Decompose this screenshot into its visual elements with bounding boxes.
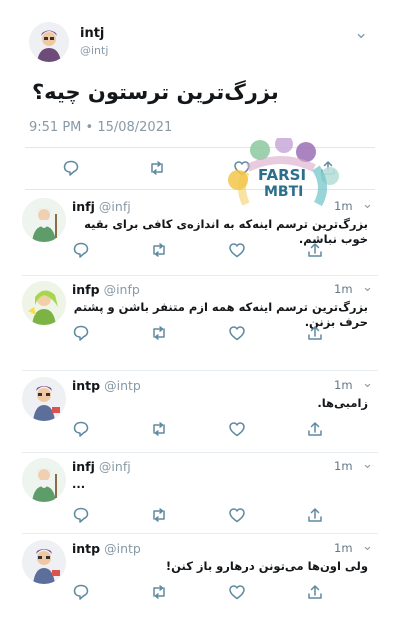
reply-time[interactable]: 1m xyxy=(334,541,353,555)
like-icon[interactable] xyxy=(228,420,246,438)
share-icon[interactable] xyxy=(306,583,324,601)
reply-handle[interactable]: @intp xyxy=(104,378,141,393)
reply-name[interactable]: infj xyxy=(72,459,95,474)
chevron-down-icon[interactable]: ⌄ xyxy=(362,539,373,554)
avatar[interactable] xyxy=(22,458,66,502)
reply-name[interactable]: infj xyxy=(72,199,95,214)
reply-time[interactable]: 1m xyxy=(334,378,353,392)
retweet-icon[interactable] xyxy=(148,159,166,177)
like-icon[interactable] xyxy=(228,241,246,259)
reply-name[interactable]: intp xyxy=(72,378,100,393)
tweet-timestamp[interactable]: 9:51 PM • 15/08/2021 xyxy=(29,120,172,135)
share-icon[interactable] xyxy=(306,420,324,438)
reply-text: زامبی‌ها. xyxy=(317,396,368,410)
reply-tweet[interactable]: infj @infj 1m ⌄... xyxy=(0,455,400,539)
reply-author-name[interactable]: infp @infp xyxy=(72,282,140,297)
author-name[interactable]: intj xyxy=(80,26,104,41)
avatar[interactable] xyxy=(22,540,66,584)
reply-author-name[interactable]: intp @intp xyxy=(72,378,141,393)
retweet-icon[interactable] xyxy=(150,583,168,601)
divider xyxy=(22,370,378,371)
retweet-icon[interactable] xyxy=(150,241,168,259)
reply-tweet[interactable]: intp @intp 1m ⌄ ولی اون‌ها می‌تونن درهارو با… xyxy=(0,537,400,621)
chevron-down-icon[interactable]: ⌄ xyxy=(362,457,373,472)
retweet-icon[interactable] xyxy=(150,506,168,524)
share-icon[interactable] xyxy=(306,506,324,524)
author-handle[interactable]: @intj xyxy=(80,44,108,57)
reply-time[interactable]: 1m xyxy=(334,282,353,296)
retweet-icon[interactable] xyxy=(150,324,168,342)
reply-icon[interactable] xyxy=(72,506,90,524)
divider xyxy=(22,275,378,276)
reply-handle[interactable]: @intp xyxy=(104,541,141,556)
reply-author-name[interactable]: intp @intp xyxy=(72,541,141,556)
avatar[interactable] xyxy=(22,281,66,325)
watermark-line1: FARSI xyxy=(258,166,307,184)
avatar[interactable] xyxy=(22,198,66,242)
reply-icon[interactable] xyxy=(72,241,90,259)
share-icon[interactable] xyxy=(306,324,324,342)
reply-name[interactable]: intp xyxy=(72,541,100,556)
like-icon[interactable] xyxy=(228,324,246,342)
tweet-text: بزرگ‌ترین ترستون چیه؟ xyxy=(32,80,279,104)
reply-time[interactable]: 1m xyxy=(334,199,353,213)
reply-handle[interactable]: @infj xyxy=(99,199,131,214)
reply-author-name[interactable]: infj @infj xyxy=(72,459,131,474)
avatar[interactable] xyxy=(29,22,69,62)
reply-time[interactable]: 1m xyxy=(334,459,353,473)
like-icon[interactable] xyxy=(228,506,246,524)
chevron-down-icon[interactable]: ⌄ xyxy=(362,280,373,295)
share-icon[interactable] xyxy=(306,241,324,259)
reply-icon[interactable] xyxy=(72,583,90,601)
avatar[interactable] xyxy=(22,377,66,421)
reply-icon[interactable] xyxy=(72,420,90,438)
chevron-down-icon[interactable]: ⌄ xyxy=(362,197,373,212)
divider xyxy=(22,452,378,453)
reply-handle[interactable]: @infp xyxy=(104,282,140,297)
divider xyxy=(22,533,378,534)
reply-tweet[interactable]: infj @infj 1m ⌄ بزرگ‌ترین ترسم اینه‌که به ان… xyxy=(0,195,400,279)
reply-text: ... xyxy=(72,477,86,491)
reply-icon[interactable] xyxy=(62,159,80,177)
reply-handle[interactable]: @infj xyxy=(99,459,131,474)
reply-tweet[interactable]: intp @intp 1m ⌄ زامبی‌ها. xyxy=(0,374,400,458)
like-icon[interactable] xyxy=(228,583,246,601)
chevron-down-icon[interactable]: ⌄ xyxy=(354,23,368,43)
reply-name[interactable]: infp xyxy=(72,282,100,297)
reply-author-name[interactable]: infj @infj xyxy=(72,199,131,214)
chevron-down-icon[interactable]: ⌄ xyxy=(362,376,373,391)
reply-text: ولی اون‌ها می‌تونن درهارو باز کنن! xyxy=(165,559,368,573)
reply-icon[interactable] xyxy=(72,324,90,342)
reply-tweet[interactable]: infp @infp 1m ⌄ بزرگ‌ترین ترسم اینه‌که همه ا… xyxy=(0,278,400,362)
retweet-icon[interactable] xyxy=(150,420,168,438)
